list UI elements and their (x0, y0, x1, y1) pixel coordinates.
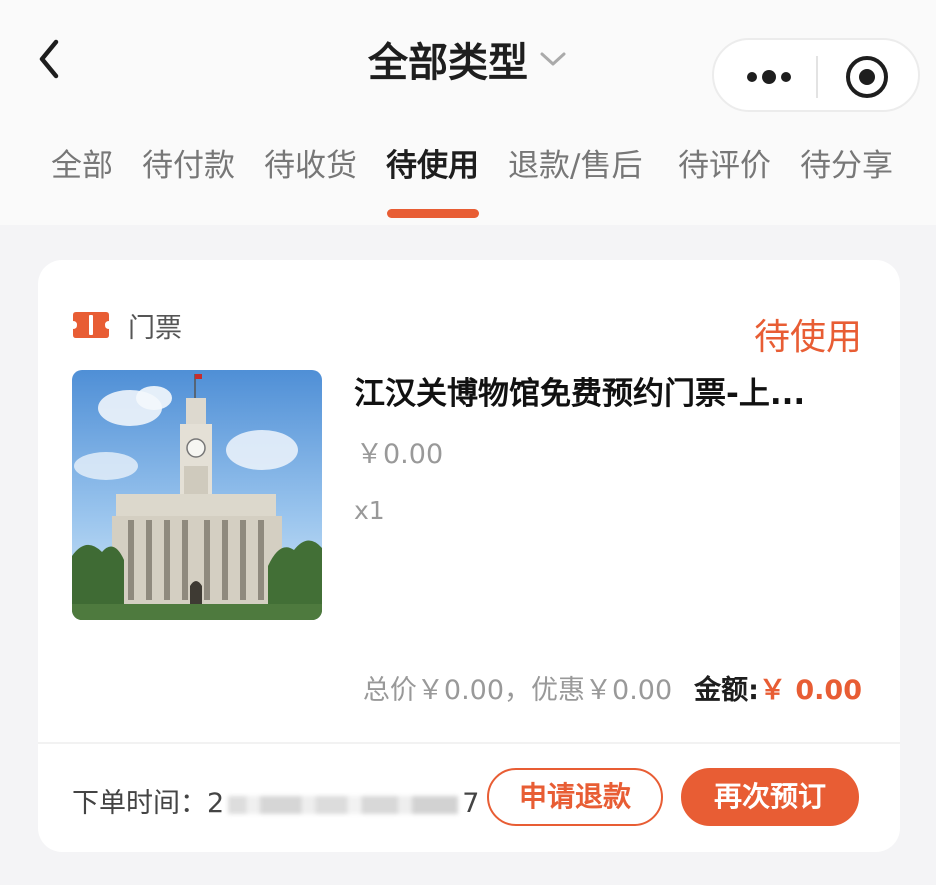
ticket-icon (73, 312, 109, 338)
product-image[interactable] (72, 370, 322, 620)
tab-all[interactable]: 全部 (51, 140, 113, 185)
capsule-divider (816, 56, 818, 98)
redacted-timestamp (228, 795, 459, 814)
rebook-button[interactable]: 再次预订 (681, 768, 859, 826)
order-time: 下单时间：2 7 (72, 781, 479, 820)
order-time-prefix: 2 (207, 788, 225, 819)
top-bar: 全部类型 (0, 0, 936, 225)
refund-button[interactable]: 申请退款 (487, 768, 663, 826)
type-selector[interactable]: 全部类型 (368, 30, 568, 88)
target-icon[interactable] (844, 54, 890, 100)
more-dots-icon[interactable] (744, 62, 794, 92)
back-icon[interactable] (30, 36, 70, 82)
page-title: 全部类型 (368, 40, 528, 86)
chevron-down-icon (540, 52, 566, 66)
product-name[interactable]: 江汉关博物馆免费预约门票-上... (354, 368, 854, 413)
price-summary: 总价￥0.00，优惠￥0.00 (362, 675, 673, 706)
order-status: 待使用 (753, 317, 862, 358)
amount-value: ￥ 0.00 (758, 675, 862, 706)
amount-label: 金额: (694, 675, 759, 706)
tab-pending-payment[interactable]: 待付款 (142, 140, 235, 185)
mini-program-capsule (712, 38, 920, 112)
order-card[interactable]: 门票 待使用 江汉关博物馆免费预约门票-上... ￥0.00 x1 总价￥0.0… (38, 260, 900, 852)
tab-pending-receipt[interactable]: 待收货 (264, 140, 357, 185)
order-category: 门票 (128, 313, 182, 344)
tab-pending-use[interactable]: 待使用 (386, 140, 479, 185)
order-tabs: 全部 待付款 待收货 待使用 退款/售后 待评价 待分享 (0, 140, 936, 190)
active-tab-indicator (387, 209, 479, 218)
tab-pending-review[interactable]: 待评价 (678, 140, 771, 185)
order-time-suffix: 7 (462, 788, 480, 819)
quantity: x1 (354, 496, 385, 525)
tab-refund-aftersale[interactable]: 退款/售后 (508, 140, 642, 185)
order-summary: 总价￥0.00，优惠￥0.00 金额:￥ 0.00 (363, 668, 862, 707)
tab-pending-share[interactable]: 待分享 (800, 140, 893, 185)
unit-price: ￥0.00 (356, 439, 444, 470)
order-time-label: 下单时间： (72, 788, 207, 819)
